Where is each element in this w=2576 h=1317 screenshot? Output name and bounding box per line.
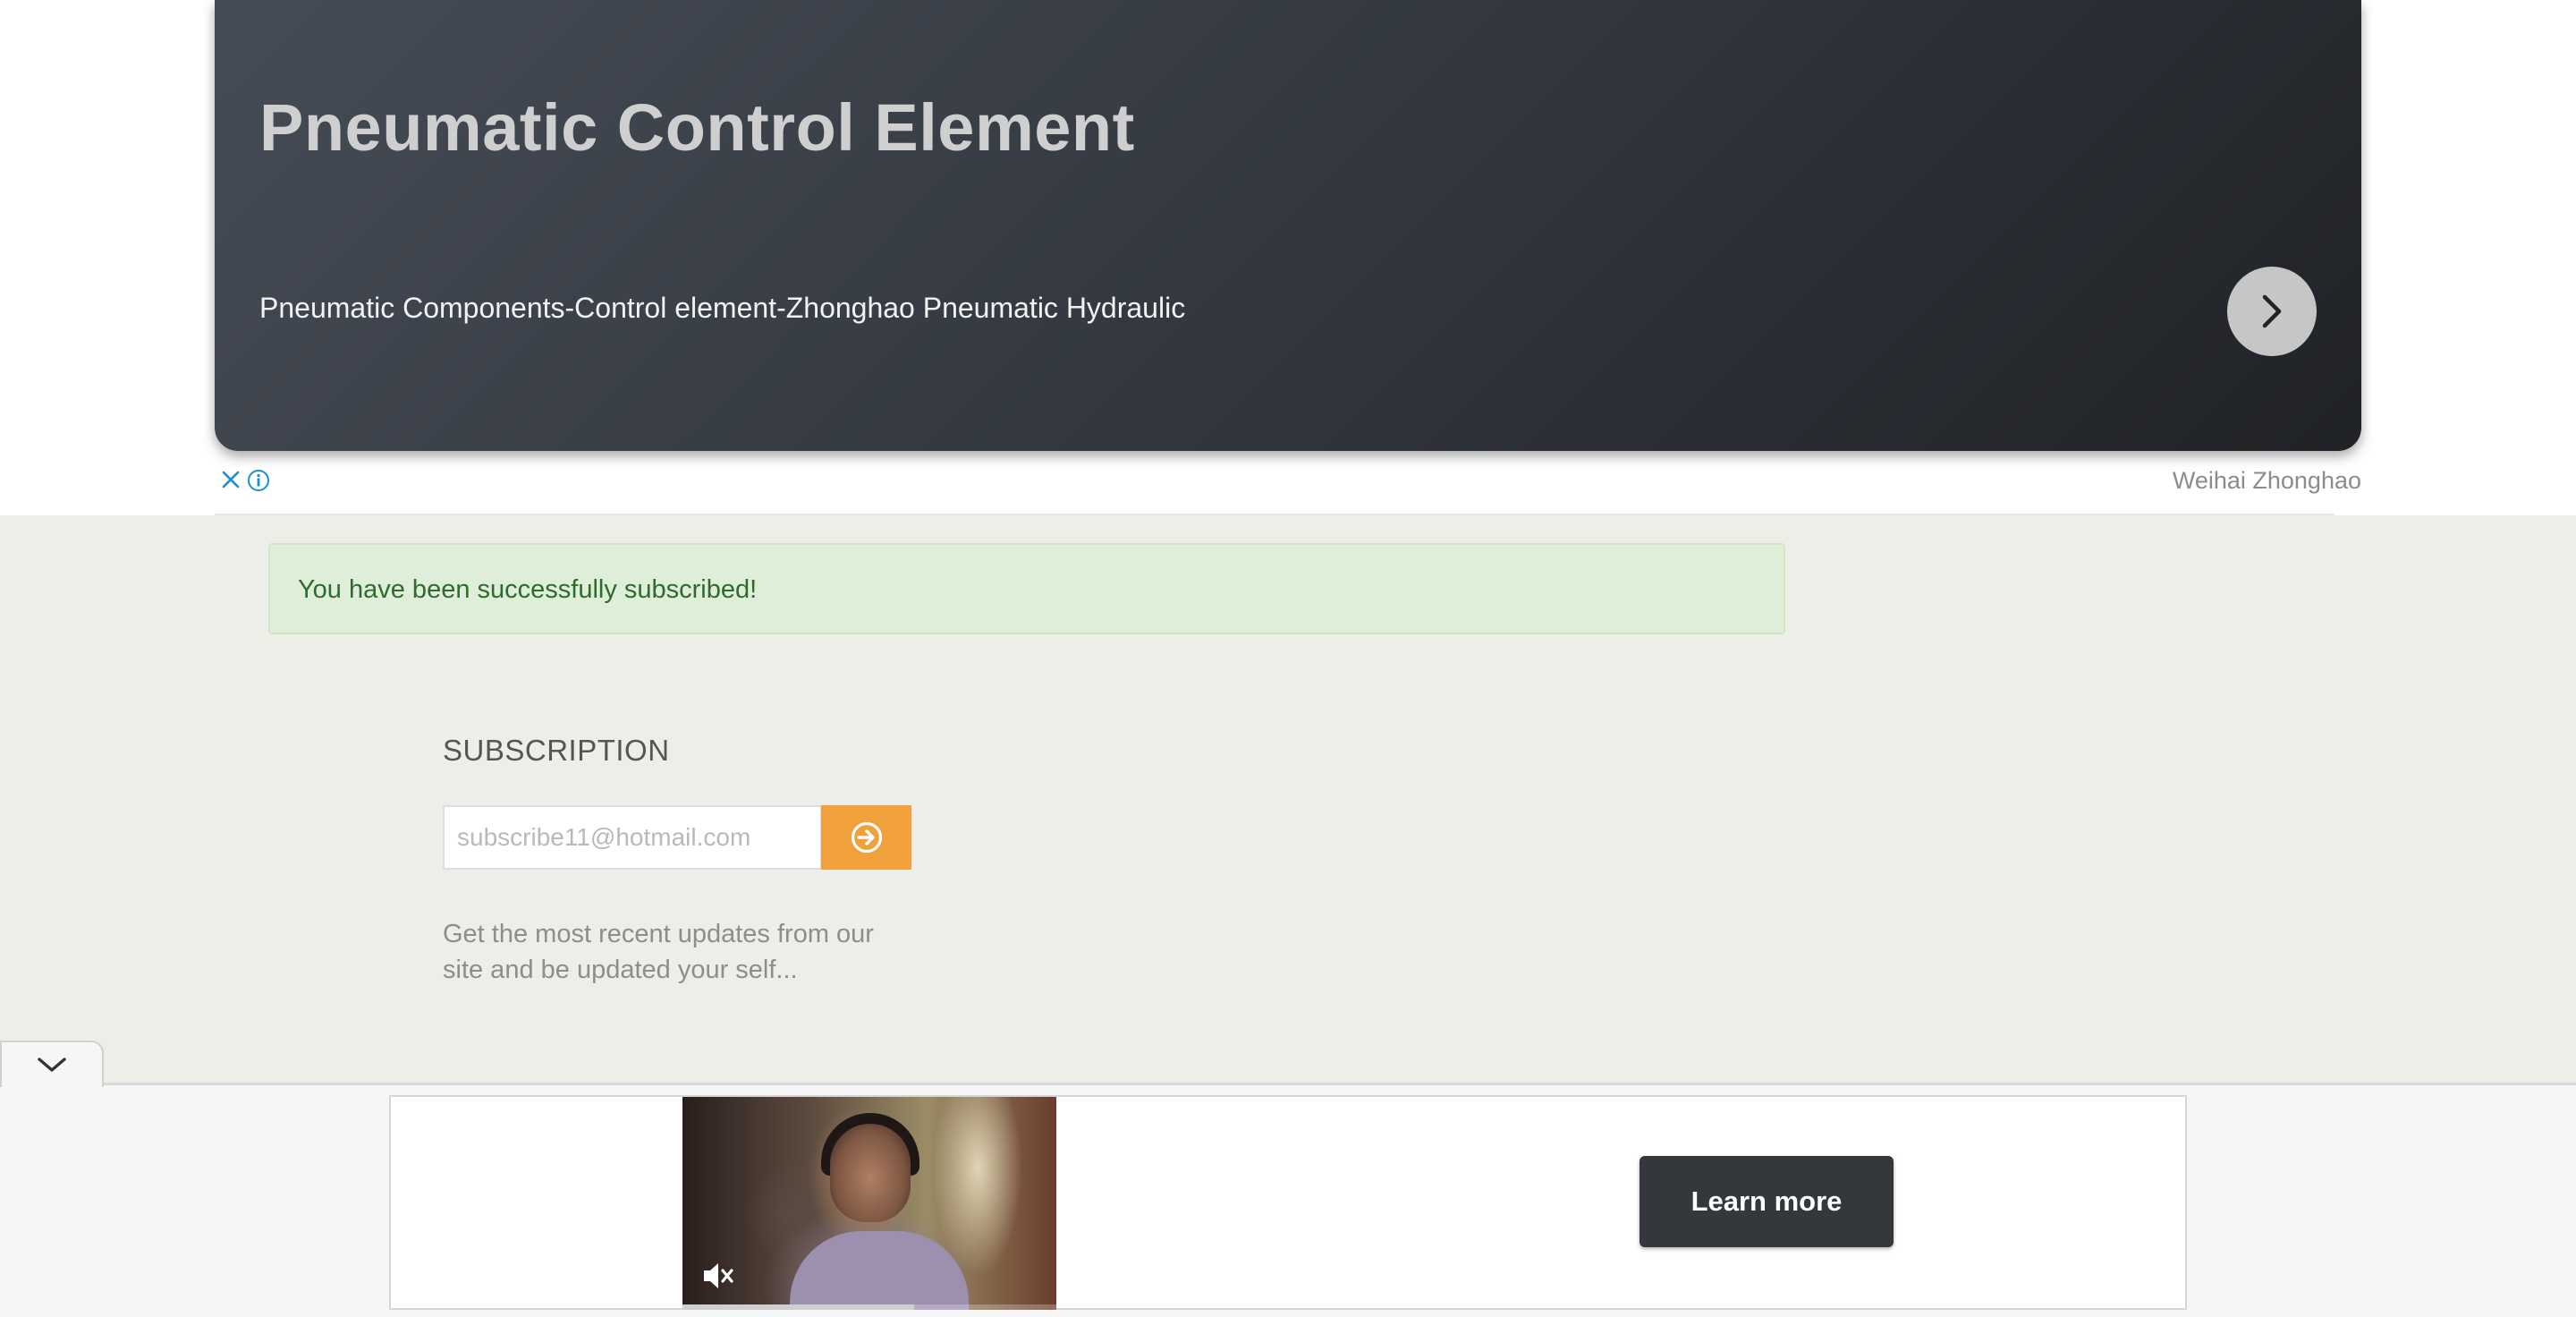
success-alert: You have been successfully subscribed! [268,543,1785,634]
subscription-description: Get the most recent updates from our sit… [443,920,874,984]
divider [215,514,2334,515]
collapse-ad-button[interactable] [0,1041,104,1087]
ad-title[interactable]: Pneumatic Control Element [259,89,1135,166]
arrow-circle-right-icon [851,821,882,854]
top-ad-card[interactable]: Pneumatic Control Element Pneumatic Comp… [215,0,2361,451]
video-figure-face [830,1124,911,1222]
info-icon[interactable] [247,469,270,492]
bottom-ad-banner[interactable]: Learn more [389,1095,2187,1310]
ad-video[interactable] [682,1097,1056,1310]
email-field[interactable] [443,805,822,870]
close-icon[interactable] [220,469,242,490]
ad-sponsor[interactable]: Weihai Zhonghao [2173,467,2361,495]
chevron-down-icon [38,1058,66,1072]
alert-message: You have been successfully subscribed! [298,575,758,604]
ad-next-button[interactable] [2227,267,2317,356]
learn-more-button[interactable]: Learn more [1640,1156,1894,1247]
muted-speaker-icon[interactable] [697,1256,736,1296]
subscription-heading: SUBSCRIPTION [443,734,670,767]
chevron-right-icon [2262,294,2282,328]
ad-subtitle[interactable]: Pneumatic Components-Control element-Zho… [259,292,1185,325]
subscribe-button[interactable] [821,805,911,870]
video-progress-bar[interactable] [682,1304,1056,1310]
video-progress-fill [682,1304,915,1310]
